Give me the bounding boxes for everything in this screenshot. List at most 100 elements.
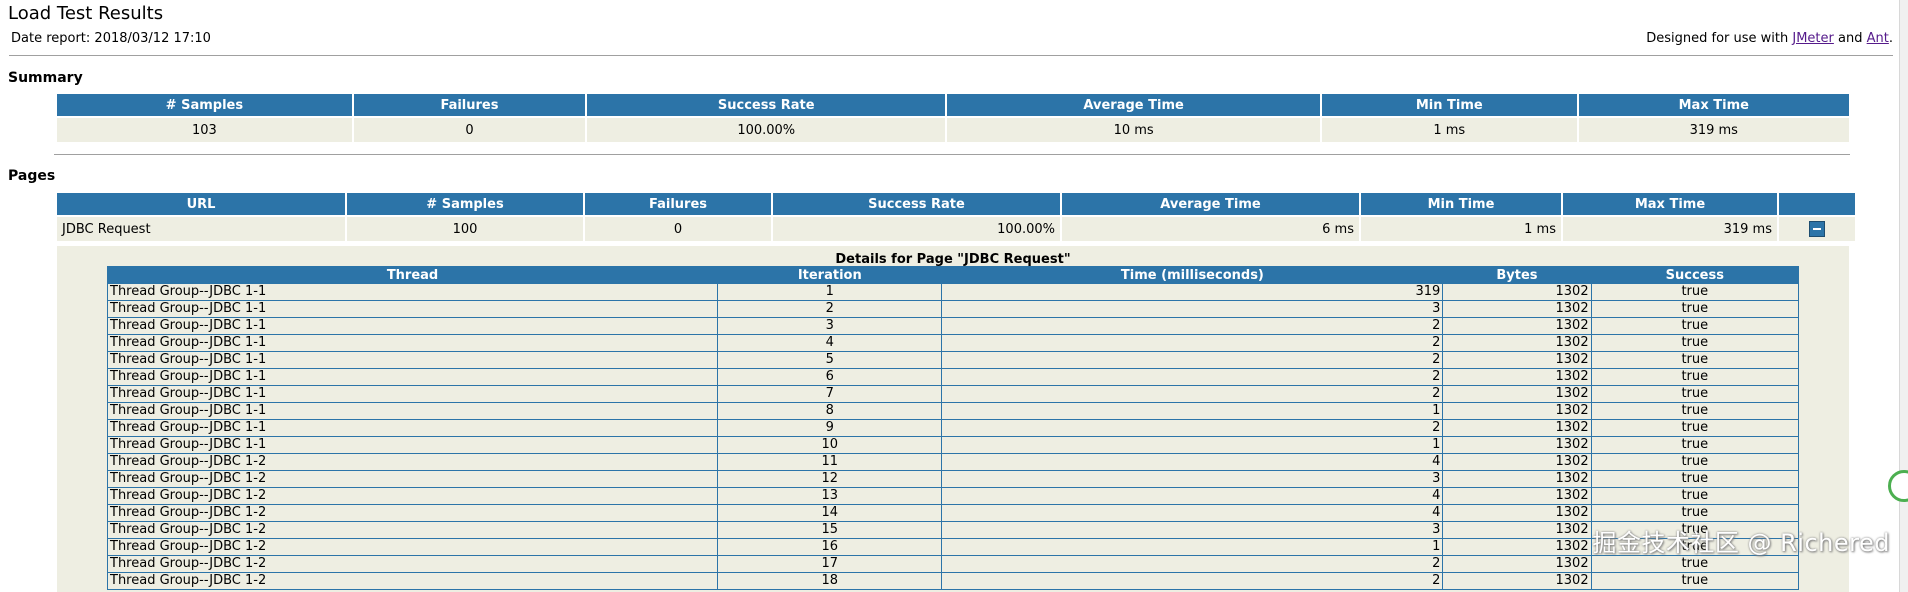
page-min-time: 1 ms <box>1361 217 1561 241</box>
detail-success: true <box>1590 470 1800 488</box>
detail-iteration: 1 <box>717 283 943 301</box>
pages-heading: Pages <box>8 168 56 184</box>
detail-success: true <box>1590 487 1800 505</box>
pages-col-failures: Failures <box>585 193 771 215</box>
table-row: Thread Group--JDBC 1-1 9 2 1302 true <box>106 419 1800 437</box>
table-row: Thread Group--JDBC 1-1 5 2 1302 true <box>106 351 1800 369</box>
table-row: Thread Group--JDBC 1-2 13 4 1302 true <box>106 487 1800 505</box>
detail-time: 1 <box>941 538 1444 556</box>
detail-time: 2 <box>941 419 1444 437</box>
page-success-rate: 100.00% <box>773 217 1060 241</box>
summary-min-time: 1 ms <box>1322 118 1577 142</box>
summary-samples: 103 <box>57 118 352 142</box>
detail-bytes: 1302 <box>1442 351 1592 369</box>
detail-iteration: 11 <box>717 453 943 471</box>
detail-success: true <box>1590 419 1800 437</box>
detail-iteration: 15 <box>717 521 943 539</box>
summary-success-rate: 100.00% <box>587 118 946 142</box>
designed-prefix: Designed for use with <box>1646 31 1789 46</box>
date-report: Date report: 2018/03/12 17:10 <box>11 31 211 46</box>
pages-col-success-rate: Success Rate <box>773 193 1060 215</box>
summary-col-samples: # Samples <box>57 94 352 116</box>
details-panel: Details for Page "JDBC Request" Thread I… <box>57 246 1849 592</box>
detail-success: true <box>1590 436 1800 454</box>
summary-heading: Summary <box>8 70 83 86</box>
detail-success: true <box>1590 572 1800 590</box>
pages-col-average-time: Average Time <box>1062 193 1359 215</box>
detail-success: true <box>1590 368 1800 386</box>
detail-success: true <box>1590 402 1800 420</box>
detail-thread: Thread Group--JDBC 1-2 <box>106 572 719 590</box>
table-row: Thread Group--JDBC 1-2 12 3 1302 true <box>106 470 1800 488</box>
detail-thread: Thread Group--JDBC 1-1 <box>106 351 719 369</box>
detail-bytes: 1302 <box>1442 317 1592 335</box>
floating-circle-icon[interactable] <box>1888 470 1908 502</box>
page-failures: 0 <box>585 217 771 241</box>
details-col-success: Success <box>1590 266 1800 284</box>
detail-iteration: 2 <box>717 300 943 318</box>
detail-thread: Thread Group--JDBC 1-2 <box>106 504 719 522</box>
detail-bytes: 1302 <box>1442 283 1592 301</box>
page-max-time: 319 ms <box>1563 217 1777 241</box>
detail-time: 2 <box>941 572 1444 590</box>
detail-iteration: 8 <box>717 402 943 420</box>
jmeter-link[interactable]: JMeter <box>1792 31 1834 46</box>
designed-for-note: Designed for use with JMeter and Ant. <box>1646 31 1893 46</box>
page-toggle-cell <box>1779 217 1855 241</box>
detail-iteration: 17 <box>717 555 943 573</box>
detail-thread: Thread Group--JDBC 1-2 <box>106 538 719 556</box>
details-col-bytes: Bytes <box>1442 266 1592 284</box>
pages-header-row: URL # Samples Failures Success Rate Aver… <box>57 193 1855 215</box>
pages-row: JDBC Request 100 0 100.00% 6 ms 1 ms 319… <box>57 217 1855 241</box>
detail-iteration: 13 <box>717 487 943 505</box>
detail-time: 4 <box>941 504 1444 522</box>
detail-iteration: 12 <box>717 470 943 488</box>
detail-time: 2 <box>941 351 1444 369</box>
detail-bytes: 1302 <box>1442 538 1592 556</box>
detail-time: 2 <box>941 385 1444 403</box>
detail-success: true <box>1590 334 1800 352</box>
summary-col-success-rate: Success Rate <box>587 94 946 116</box>
detail-success: true <box>1590 351 1800 369</box>
table-row: Thread Group--JDBC 1-1 10 1 1302 true <box>106 436 1800 454</box>
summary-average-time: 10 ms <box>947 118 1320 142</box>
table-row: Thread Group--JDBC 1-1 2 3 1302 true <box>106 300 1800 318</box>
table-row: Thread Group--JDBC 1-1 1 319 1302 true <box>106 283 1800 301</box>
detail-time: 4 <box>941 453 1444 471</box>
collapse-minus-icon[interactable] <box>1809 221 1825 237</box>
watermark: 掘金技术社区 @ Richered <box>1592 529 1890 557</box>
detail-iteration: 10 <box>717 436 943 454</box>
pages-col-max-time: Max Time <box>1563 193 1777 215</box>
details-table: Thread Iteration Time (milliseconds) Byt… <box>106 266 1800 590</box>
detail-bytes: 1302 <box>1442 470 1592 488</box>
detail-time: 319 <box>941 283 1444 301</box>
table-row: Thread Group--JDBC 1-2 16 1 1302 true <box>106 538 1800 556</box>
ant-link[interactable]: Ant <box>1867 31 1889 46</box>
detail-time: 3 <box>941 300 1444 318</box>
details-header-row: Thread Iteration Time (milliseconds) Byt… <box>106 266 1800 284</box>
detail-time: 1 <box>941 436 1444 454</box>
detail-success: true <box>1590 300 1800 318</box>
pages-col-samples: # Samples <box>347 193 583 215</box>
detail-bytes: 1302 <box>1442 300 1592 318</box>
details-body: Thread Group--JDBC 1-1 1 319 1302 true Thread… <box>106 283 1800 590</box>
pages-col-min-time: Min Time <box>1361 193 1561 215</box>
table-row: Thread Group--JDBC 1-1 7 2 1302 true <box>106 385 1800 403</box>
details-col-time: Time (milliseconds) <box>941 266 1444 284</box>
detail-iteration: 4 <box>717 334 943 352</box>
summary-table: # Samples Failures Success Rate Average … <box>55 92 1851 144</box>
detail-thread: Thread Group--JDBC 1-2 <box>106 521 719 539</box>
table-row: Thread Group--JDBC 1-2 17 2 1302 true <box>106 555 1800 573</box>
detail-time: 1 <box>941 402 1444 420</box>
detail-bytes: 1302 <box>1442 504 1592 522</box>
summary-col-average-time: Average Time <box>947 94 1320 116</box>
page-scrollbar[interactable] <box>1899 0 1908 592</box>
summary-divider <box>54 154 1850 155</box>
summary-col-max-time: Max Time <box>1578 94 1849 116</box>
detail-iteration: 3 <box>717 317 943 335</box>
detail-success: true <box>1590 385 1800 403</box>
summary-header-row: # Samples Failures Success Rate Average … <box>57 94 1849 116</box>
detail-bytes: 1302 <box>1442 572 1592 590</box>
detail-bytes: 1302 <box>1442 487 1592 505</box>
detail-thread: Thread Group--JDBC 1-1 <box>106 317 719 335</box>
